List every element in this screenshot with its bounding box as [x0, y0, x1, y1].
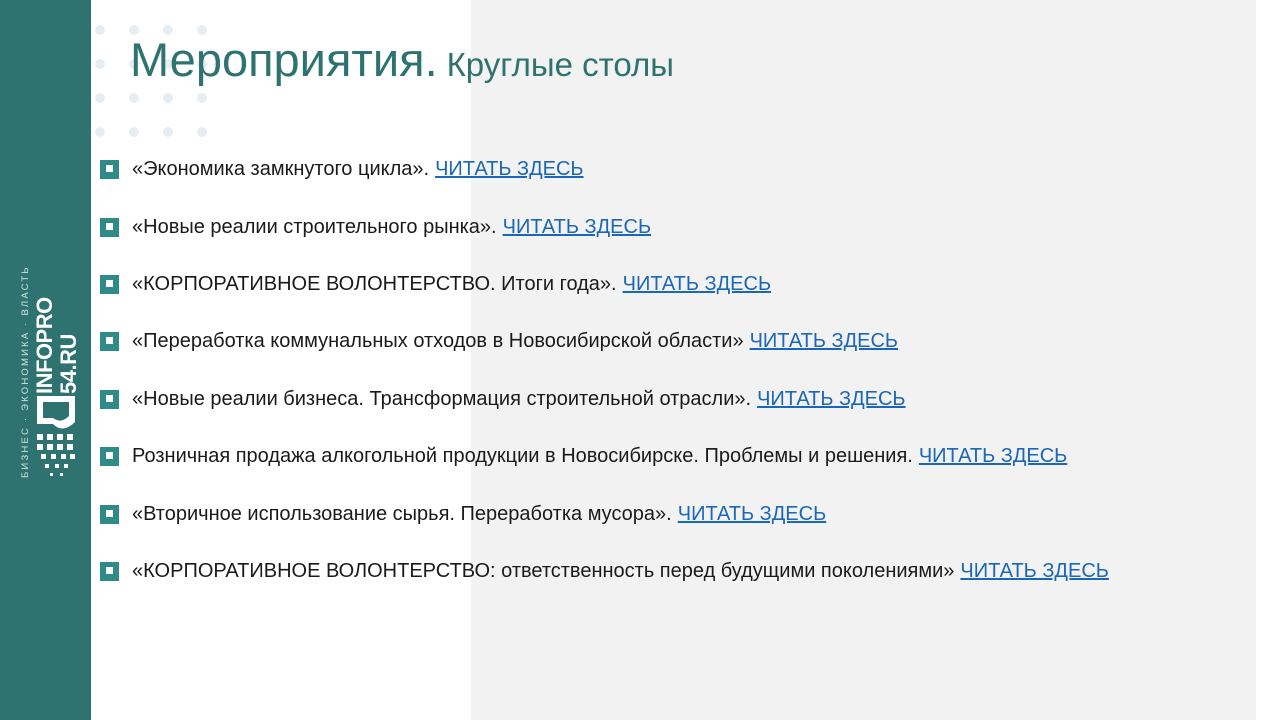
list-item: «Переработка коммунальных отходов в Ново… [100, 328, 898, 354]
page-title: Мероприятия. Круглые столы [130, 32, 674, 87]
item-text: Розничная продажа алкогольной продукции … [132, 444, 913, 467]
square-bullet-icon [100, 331, 119, 351]
list-item: «КОРПОРАТИВНОЕ ВОЛОНТЕРСТВО. Итоги года»… [100, 271, 771, 297]
read-here-link[interactable]: ЧИТАТЬ ЗДЕСЬ [960, 560, 1108, 583]
list-item: «Экономика замкнутого цикла». ЧИТАТЬ ЗДЕ… [100, 156, 584, 182]
read-here-link[interactable]: ЧИТАТЬ ЗДЕСЬ [678, 503, 826, 526]
item-text: «Новые реалии бизнеса. Трансформация стр… [132, 387, 752, 410]
square-bullet-icon [100, 446, 119, 466]
title-main: Мероприятия. [130, 33, 438, 86]
sidebar-tagline: БИЗНЕС · ЭКОНОМИКА · ВЛАСТЬ [20, 265, 31, 478]
item-text: «Вторичное использование сырья. Перерабо… [132, 502, 672, 525]
read-here-link[interactable]: ЧИТАТЬ ЗДЕСЬ [750, 330, 898, 353]
logo-line-1: INFOPRO [32, 297, 57, 394]
logo-text: INFOPRO 54.RU [32, 297, 82, 394]
item-text: «КОРПОРАТИВНОЕ ВОЛОНТЕРСТВО: ответственн… [132, 559, 955, 582]
square-bullet-icon [100, 217, 119, 237]
logo-line-2: 54.RU [56, 334, 81, 394]
list-item: «Новые реалии бизнеса. Трансформация стр… [100, 386, 906, 412]
item-text: «КОРПОРАТИВНОЕ ВОЛОНТЕРСТВО. Итоги года»… [132, 272, 617, 295]
background-panel [471, 0, 1256, 720]
right-margin [1256, 0, 1280, 720]
square-bullet-icon [100, 274, 119, 294]
list-item: Розничная продажа алкогольной продукции … [100, 443, 1067, 469]
square-bullet-icon [100, 561, 119, 581]
item-text: «Новые реалии строительного рынка». [132, 215, 497, 238]
square-bullet-icon [100, 389, 119, 409]
list-item: «Вторичное использование сырья. Перерабо… [100, 501, 826, 527]
square-bullet-icon [100, 159, 119, 179]
read-here-link[interactable]: ЧИТАТЬ ЗДЕСЬ [623, 273, 771, 296]
read-here-link[interactable]: ЧИТАТЬ ЗДЕСЬ [503, 216, 651, 239]
square-bullet-icon [100, 504, 119, 524]
read-here-link[interactable]: ЧИТАТЬ ЗДЕСЬ [757, 388, 905, 411]
read-here-link[interactable]: ЧИТАТЬ ЗДЕСЬ [919, 445, 1067, 468]
item-text: «Экономика замкнутого цикла». [132, 157, 430, 180]
sidebar: БИЗНЕС · ЭКОНОМИКА · ВЛАСТЬ INFOPRO 54.R… [0, 0, 91, 720]
infopro-logo-icon [37, 396, 75, 476]
title-subtitle: Круглые столы [446, 46, 674, 83]
read-here-link[interactable]: ЧИТАТЬ ЗДЕСЬ [435, 158, 583, 181]
item-text: «Переработка коммунальных отходов в Ново… [132, 329, 744, 352]
list-item: «Новые реалии строительного рынка». ЧИТА… [100, 214, 651, 240]
list-item: «КОРПОРАТИВНОЕ ВОЛОНТЕРСТВО: ответственн… [100, 558, 1109, 584]
